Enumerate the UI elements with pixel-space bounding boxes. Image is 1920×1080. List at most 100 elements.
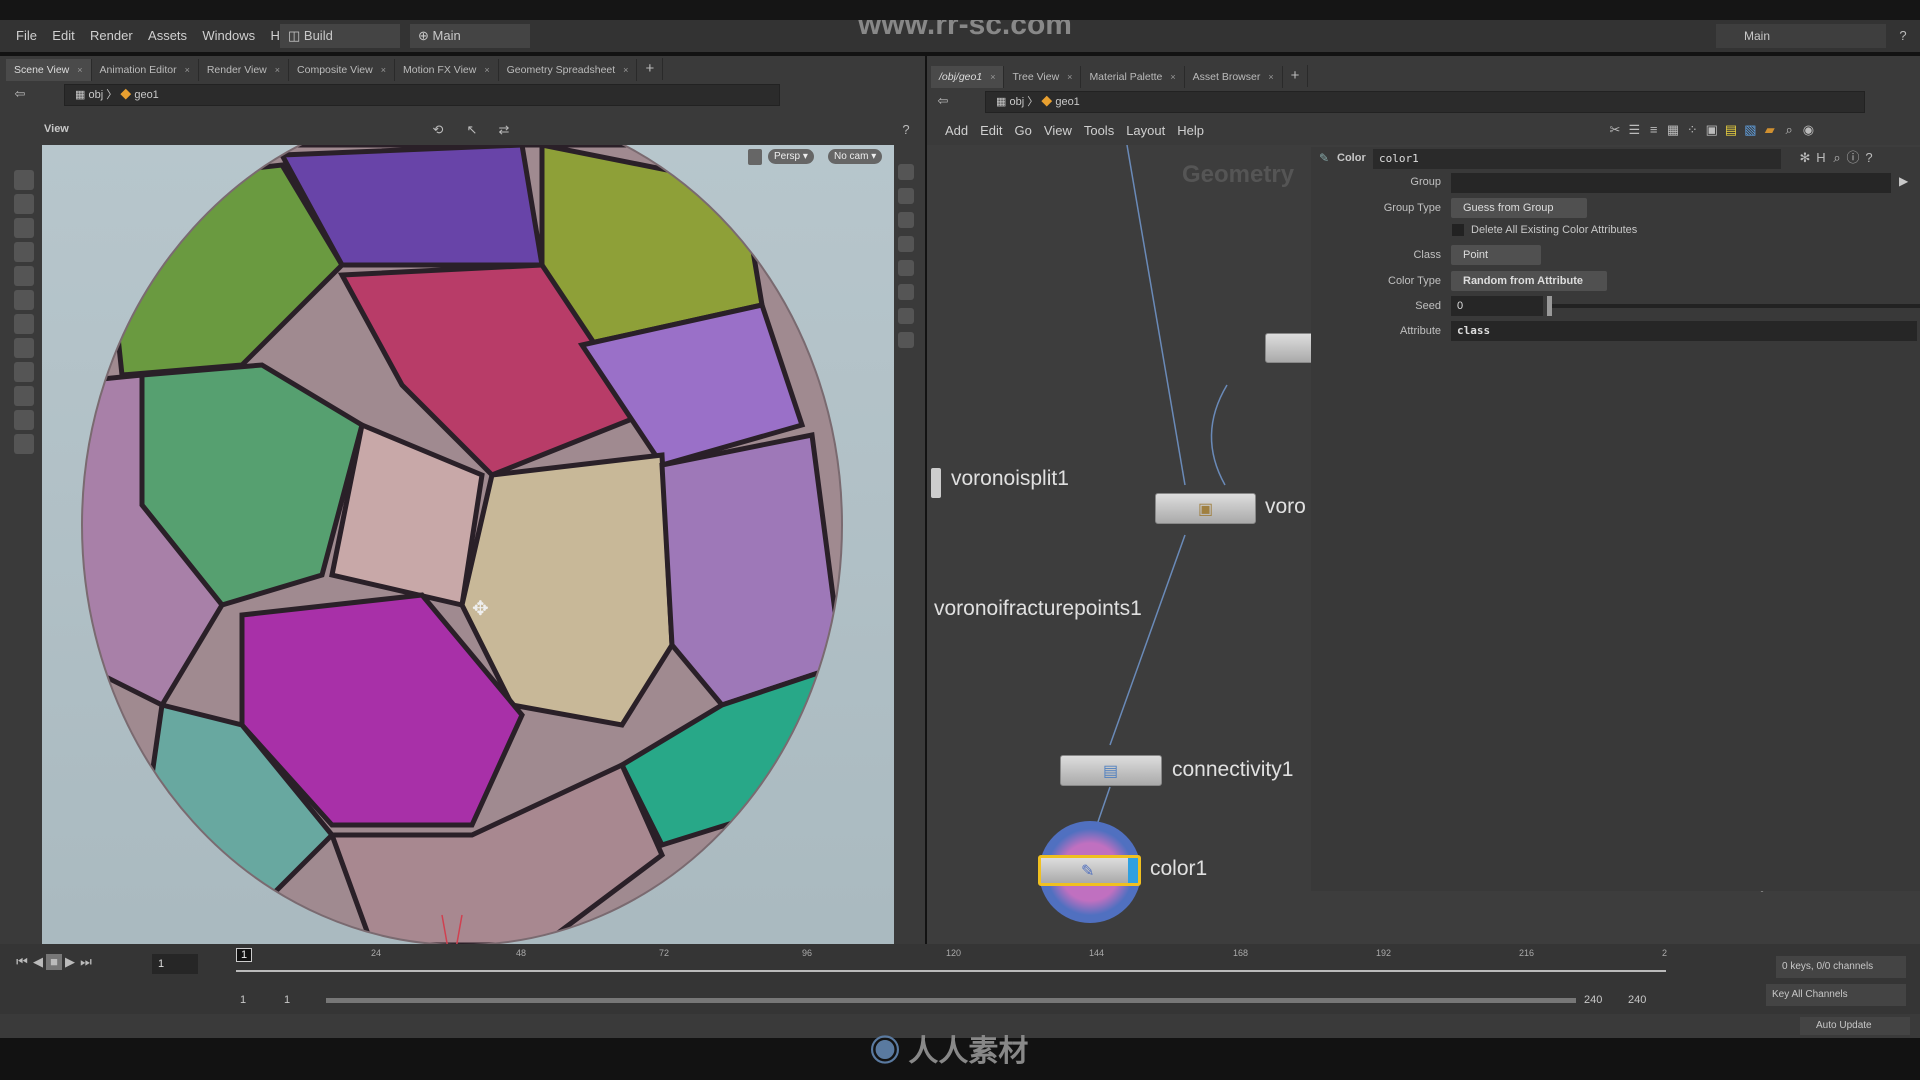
image-icon[interactable]: ▧ (1742, 122, 1758, 138)
network-box-icon[interactable]: ▣ (1704, 122, 1720, 138)
timeline-scrubber[interactable]: 1 24 48 72 96 120 144 168 192 216 2 (236, 948, 1667, 982)
tool-icon[interactable] (14, 218, 34, 238)
step-back-icon[interactable]: ◀ (30, 954, 46, 970)
menu-windows[interactable]: Windows (202, 28, 255, 43)
jump-start-icon[interactable]: ⏮ (14, 954, 30, 970)
display-option-icon[interactable] (898, 236, 914, 252)
tab-composite-view[interactable]: Composite View × (289, 59, 395, 81)
menu-render[interactable]: Render (90, 28, 133, 43)
menu-assets[interactable]: Assets (148, 28, 187, 43)
display-option-icon[interactable] (898, 260, 914, 276)
menu-edit[interactable]: Edit (52, 28, 74, 43)
tool-icon[interactable] (14, 338, 34, 358)
back-arrow-icon[interactable]: ⇦ (12, 86, 28, 102)
group-type-dropdown[interactable]: Guess from Group (1451, 198, 1587, 218)
scissors-icon[interactable]: ✂ (1607, 122, 1623, 138)
node-connectivity1[interactable]: ▤ (1060, 755, 1162, 786)
keys-channels[interactable]: 0 keys, 0/0 channels (1776, 956, 1906, 978)
range-end[interactable]: 240 (1584, 994, 1602, 1006)
transform-icon[interactable]: ⇄ (496, 122, 512, 138)
tab-animation-editor[interactable]: Animation Editor × (92, 59, 199, 81)
select-arrow-icon[interactable]: ▶ (1899, 174, 1908, 188)
color-type-dropdown[interactable]: Random from Attribute (1451, 271, 1607, 291)
tool-icon[interactable] (14, 410, 34, 430)
desktop-select[interactable]: ◫ Build (280, 24, 400, 48)
help-icon[interactable]: ? (898, 122, 914, 138)
info-icon[interactable]: ⓘ (1845, 150, 1861, 166)
range-start[interactable]: 1 (240, 994, 246, 1006)
help-icon[interactable]: ? (1895, 28, 1911, 44)
menu-view[interactable]: View (1044, 123, 1072, 138)
display-option-icon[interactable] (898, 212, 914, 228)
range-end-2[interactable]: 240 (1628, 994, 1646, 1006)
menu-layout[interactable]: Layout (1126, 123, 1165, 138)
display-option-icon[interactable] (898, 188, 914, 204)
eye-icon[interactable]: ◉ (1800, 122, 1816, 138)
gear-icon[interactable]: ✻ (1797, 150, 1813, 166)
range-start-2[interactable]: 1 (284, 994, 290, 1006)
tab-tree-view[interactable]: Tree View × (1004, 66, 1082, 88)
tool-icon[interactable] (14, 386, 34, 406)
tab-scene-view[interactable]: Scene View × (6, 59, 92, 81)
tool-icon[interactable] (14, 362, 34, 382)
delete-color-checkbox[interactable] (1452, 224, 1464, 236)
lock-camera-icon[interactable] (748, 149, 762, 165)
tree-icon[interactable]: ☰ (1626, 122, 1642, 138)
menu-help[interactable]: Help (1177, 123, 1204, 138)
jump-end-icon[interactable]: ⏭ (78, 954, 94, 970)
menu-file[interactable]: File (16, 28, 37, 43)
display-option-icon[interactable] (898, 164, 914, 180)
frame-field[interactable]: 1 (152, 954, 198, 974)
class-dropdown[interactable]: Point (1451, 245, 1541, 265)
attribute-field[interactable]: class (1451, 321, 1917, 341)
node-voronoisplit[interactable]: ▣ (1155, 493, 1256, 524)
list-icon[interactable]: ≡ (1646, 122, 1662, 138)
select-icon[interactable]: ↖ (464, 122, 480, 138)
add-tab-button[interactable]: + (637, 58, 664, 80)
path-bar[interactable]: ▦ obj 〉 ◆ geo1 (64, 84, 780, 106)
right-context-select[interactable]: Main (1716, 24, 1886, 48)
node-color1[interactable]: ✎ (1038, 855, 1141, 886)
range-slider[interactable] (326, 998, 1576, 1003)
tab-geometry-spreadsheet[interactable]: Geometry Spreadsheet × (499, 59, 638, 81)
seed-slider[interactable] (1547, 296, 1920, 316)
menu-add[interactable]: Add (945, 123, 968, 138)
display-option-icon[interactable] (898, 332, 914, 348)
camera-menu[interactable]: No cam ▾ (828, 149, 883, 164)
node-name-field[interactable]: color1 (1373, 149, 1781, 169)
tab-material-palette[interactable]: Material Palette × (1081, 66, 1185, 88)
asset-icon[interactable]: ▰ (1762, 122, 1778, 138)
display-option-icon[interactable] (898, 308, 914, 324)
menu-tools[interactable]: Tools (1084, 123, 1114, 138)
seed-field[interactable]: 0 (1451, 296, 1543, 316)
back-arrow-icon[interactable]: ⇦ (935, 93, 951, 109)
group-field[interactable] (1451, 173, 1891, 193)
persp-menu[interactable]: Persp ▾ (768, 149, 814, 164)
search-icon[interactable]: ⌕ (1781, 122, 1797, 138)
help-icon[interactable]: ? (1861, 150, 1877, 166)
search-icon[interactable]: ⌕ (1829, 150, 1845, 166)
tool-icon[interactable] (14, 242, 34, 262)
tool-icon[interactable] (14, 290, 34, 310)
hscript-icon[interactable]: H (1813, 150, 1829, 166)
rotate-icon[interactable]: ⟲ (430, 122, 446, 138)
tab-render-view[interactable]: Render View × (199, 59, 290, 81)
key-all-channels-button[interactable]: Key All Channels (1766, 984, 1906, 1006)
auto-update-select[interactable]: Auto Update (1800, 1017, 1910, 1035)
slider-handle[interactable] (1547, 296, 1552, 316)
tool-icon[interactable] (14, 434, 34, 454)
grid-icon[interactable]: ▦ (1665, 122, 1681, 138)
tab-obj-geo1[interactable]: /obj/geo1 × (931, 66, 1005, 88)
tool-icon[interactable] (14, 170, 34, 190)
dots-grid-icon[interactable]: ⁘ (1684, 122, 1700, 138)
stop-icon[interactable]: ■ (46, 954, 62, 970)
tool-icon[interactable] (14, 314, 34, 334)
3d-viewport[interactable]: ✥ Persp ▾ No cam ▾ (42, 145, 894, 999)
tab-asset-browser[interactable]: Asset Browser × (1185, 66, 1283, 88)
tool-icon[interactable] (14, 194, 34, 214)
play-icon[interactable]: ▶ (62, 954, 78, 970)
sticky-note-icon[interactable]: ▤ (1723, 122, 1739, 138)
network-path-bar[interactable]: ▦ obj 〉 ◆ geo1 (985, 91, 1865, 113)
current-frame-marker[interactable]: 1 (236, 948, 253, 962)
context-select[interactable]: ⊕ Main (410, 24, 530, 48)
